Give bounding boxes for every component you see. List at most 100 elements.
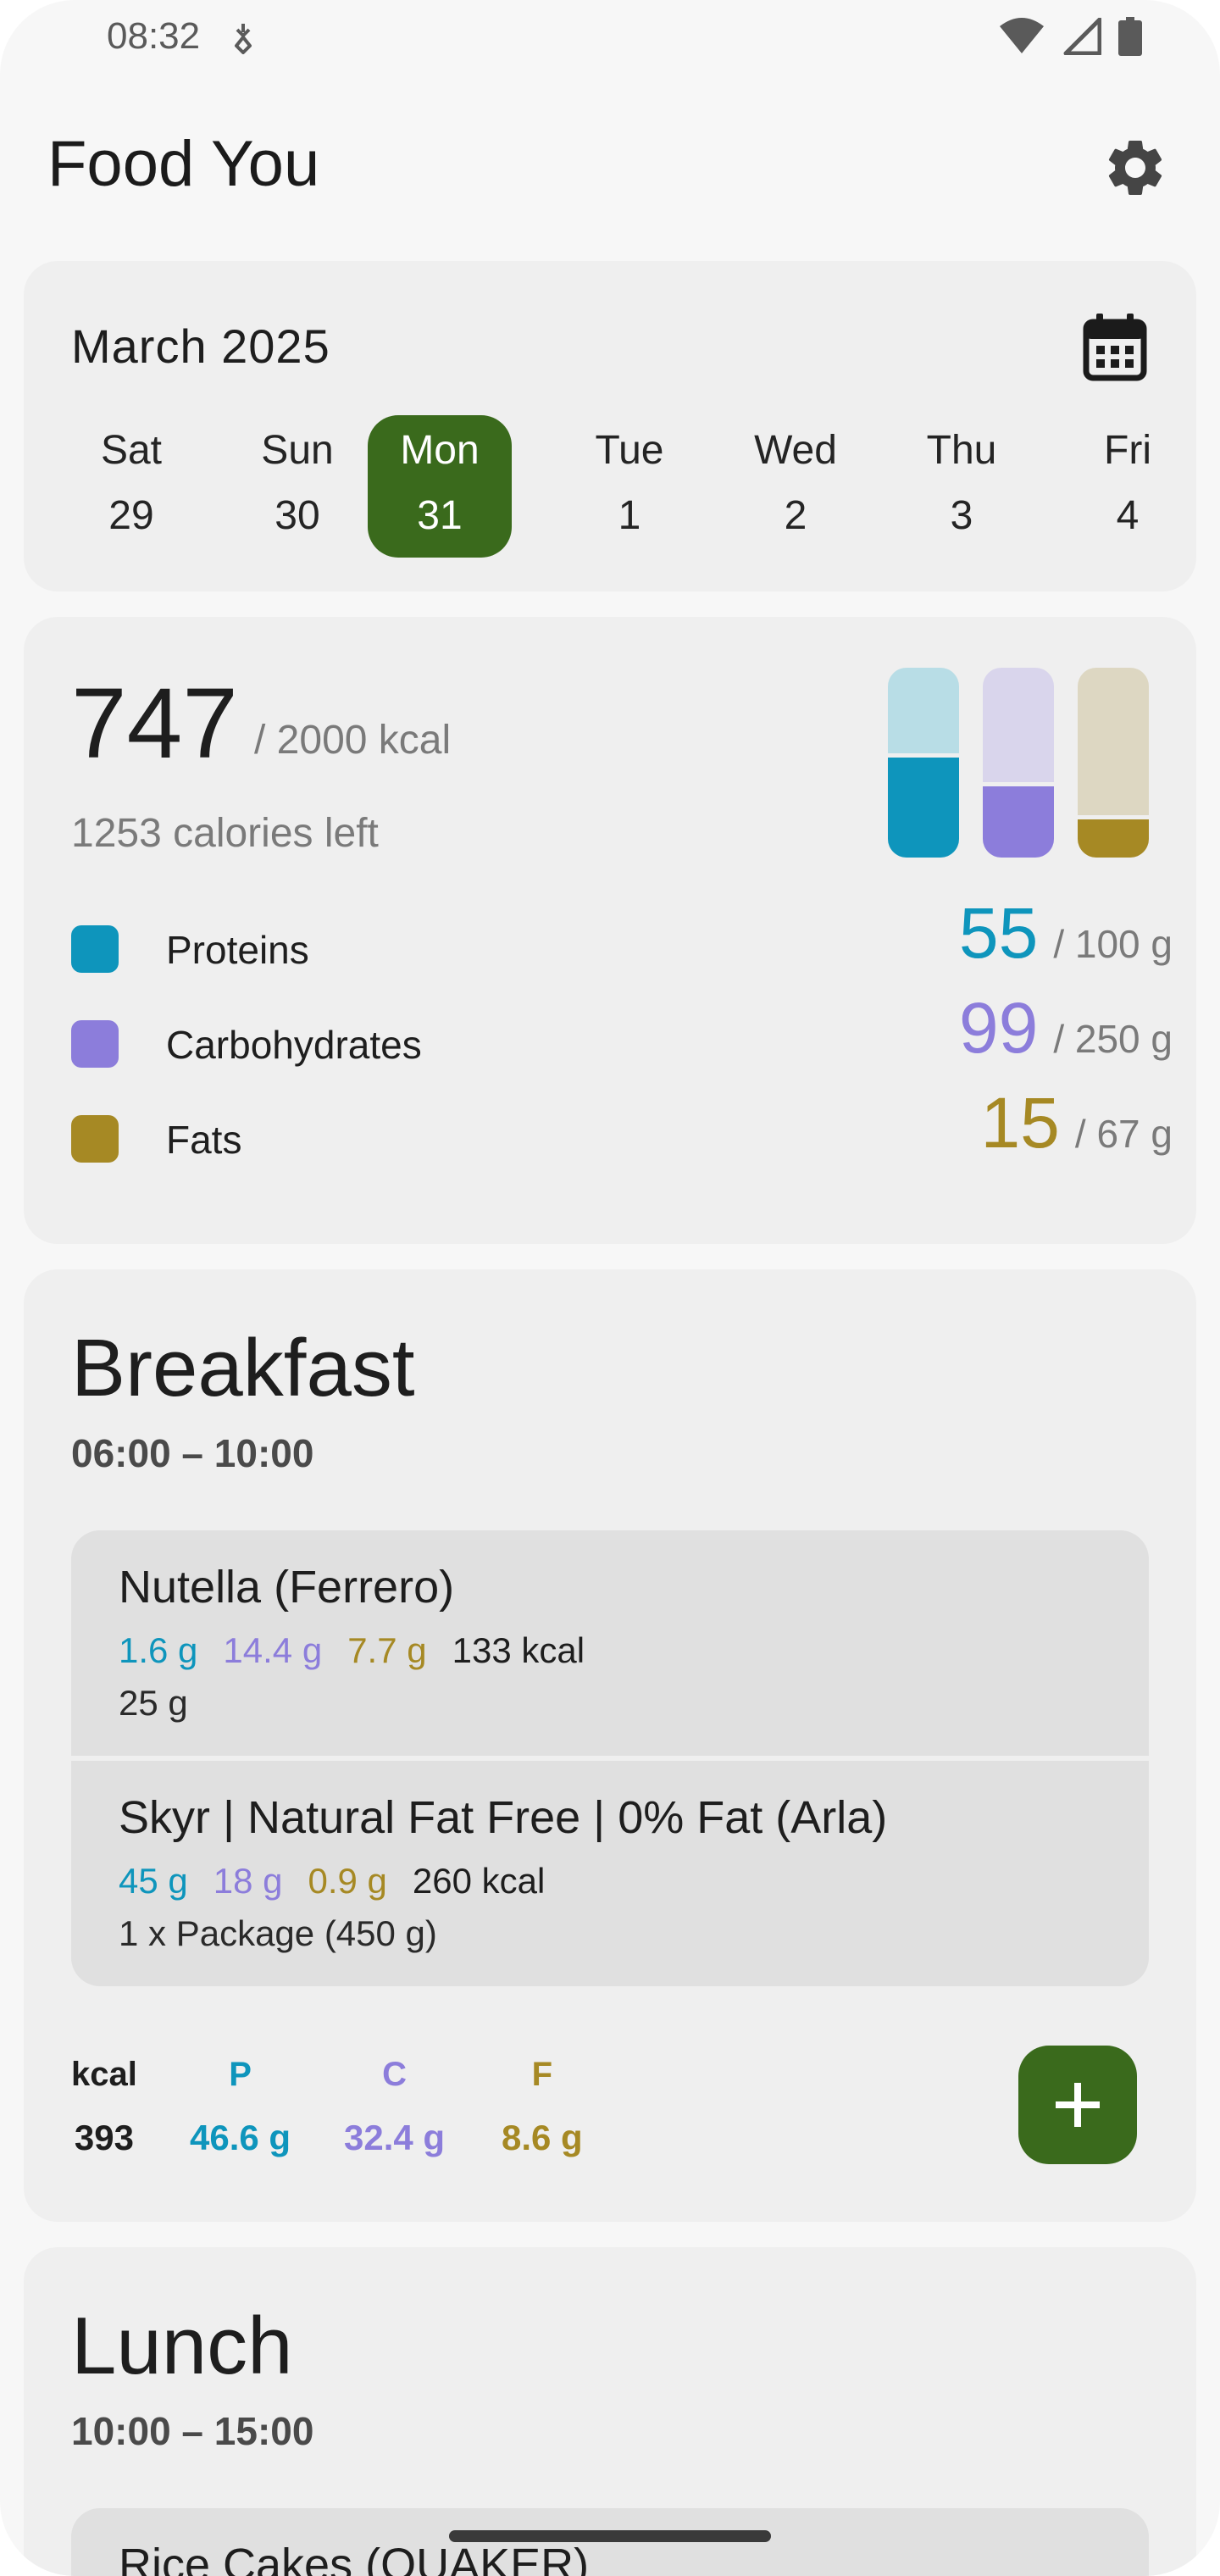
day-date: 31: [417, 493, 463, 538]
total-kcal: kcal 393: [71, 2056, 137, 2158]
meal-title: Breakfast: [71, 1323, 415, 1413]
fat-amount: 15: [980, 1083, 1060, 1163]
day-name: Wed: [754, 428, 837, 473]
day-wed-2[interactable]: Wed 2: [724, 415, 868, 558]
protein-amount: 55: [958, 893, 1039, 973]
food-fat: 7.7 g: [347, 1630, 427, 1670]
total-protein-label: P: [229, 2056, 252, 2093]
day-sun-30[interactable]: Sun 30: [225, 415, 369, 558]
date-picker-card: March 2025 Sat 29 Sun 30 Mon 31 Tue 1 We…: [24, 261, 1196, 591]
signal-icon: [1063, 18, 1101, 55]
total-kcal-value: 393: [74, 2118, 134, 2157]
carbs-progress-bar: [983, 668, 1054, 858]
calories-left: 1253 calories left: [71, 811, 379, 856]
day-date: 2: [784, 493, 807, 538]
food-item-nutella[interactable]: Nutella (Ferrero) 1.6 g 14.4 g 7.7 g 133 kc…: [71, 1530, 1149, 1756]
protein-goal: / 100 g: [1053, 922, 1173, 966]
food-name: Rice Cakes (QUAKER): [119, 2540, 590, 2576]
day-mon-31-selected[interactable]: Mon 31: [368, 415, 512, 558]
calories-summary-card[interactable]: 747 / 2000 kcal 1253 calories left Prote…: [24, 617, 1196, 1244]
total-protein-value: 46.6 g: [190, 2118, 291, 2157]
day-date: 3: [950, 493, 973, 538]
macro-name: Fats: [166, 1118, 242, 1162]
total-fat-label: F: [531, 2056, 553, 2093]
carbs-progress-fill: [983, 782, 1054, 858]
app-title: Food You: [47, 128, 320, 200]
macro-name: Proteins: [166, 928, 309, 972]
day-sat-29[interactable]: Sat 29: [59, 415, 203, 558]
battery-icon: [1118, 17, 1142, 56]
add-food-button[interactable]: [1018, 2046, 1137, 2164]
day-date: 30: [274, 493, 320, 538]
carbs-amount: 99: [958, 988, 1039, 1068]
total-carbs-label: C: [382, 2056, 407, 2093]
protein-progress-bar: [888, 668, 959, 858]
meal-time: 10:00 – 15:00: [71, 2409, 314, 2453]
day-date: 4: [1116, 493, 1140, 538]
fat-progress-bar: [1078, 668, 1149, 858]
meal-card-lunch: Lunch 10:00 – 15:00 Rice Cakes (QUAKER): [24, 2247, 1196, 2576]
data-saver-icon: [235, 24, 252, 54]
food-protein: 1.6 g: [119, 1630, 198, 1670]
meal-title: Lunch: [71, 2301, 293, 2391]
macro-row-fats: Fats 15 / 67 g: [71, 1083, 1173, 1164]
day-name: Thu: [926, 428, 997, 473]
home-indicator[interactable]: [449, 2530, 771, 2542]
day-thu-3[interactable]: Thu 3: [890, 415, 1034, 558]
food-item-skyr[interactable]: Skyr | Natural Fat Free | 0% Fat (Arla) …: [71, 1761, 1149, 1986]
fat-goal: / 67 g: [1074, 1112, 1173, 1156]
status-icons: [998, 17, 1142, 56]
macro-name: Carbohydrates: [166, 1023, 422, 1067]
carbs-goal: / 250 g: [1053, 1017, 1173, 1061]
macro-row-proteins: Proteins 55 / 100 g: [71, 893, 1173, 974]
total-carbs-value: 32.4 g: [344, 2118, 446, 2157]
food-protein: 45 g: [119, 1861, 188, 1901]
calories-consumed: 747: [71, 668, 238, 780]
macro-row-carbohydrates: Carbohydrates 99 / 250 g: [71, 988, 1173, 1069]
food-name: Nutella (Ferrero): [119, 1562, 455, 1613]
food-fat: 0.9 g: [308, 1861, 387, 1901]
food-macros: 45 g 18 g 0.9 g 260 kcal: [119, 1861, 570, 1901]
day-date: 29: [108, 493, 154, 538]
calendar-icon[interactable]: [1083, 314, 1147, 381]
food-carbs: 18 g: [213, 1861, 283, 1901]
day-name: Sat: [100, 428, 163, 473]
total-fat-value: 8.6 g: [502, 2118, 583, 2157]
day-name: Mon: [400, 428, 480, 473]
food-item-rice-cakes[interactable]: Rice Cakes (QUAKER): [71, 2508, 1149, 2576]
day-date: 1: [618, 493, 641, 538]
plus-icon: [1056, 2083, 1100, 2127]
carbs-value: 99 / 250 g: [959, 987, 1173, 1069]
fat-swatch: [71, 1115, 119, 1163]
fat-progress-fill: [1078, 814, 1149, 858]
total-protein: P 46.6 g: [190, 2056, 291, 2158]
calories-goal: / 2000 kcal: [254, 718, 452, 763]
day-tue-1[interactable]: Tue 1: [557, 415, 702, 558]
settings-icon[interactable]: [1101, 134, 1169, 202]
fat-value: 15 / 67 g: [980, 1082, 1173, 1164]
protein-value: 55 / 100 g: [959, 892, 1173, 974]
food-kcal: 260 kcal: [412, 1861, 546, 1901]
day-name: Fri: [1104, 428, 1151, 473]
food-kcal: 133 kcal: [452, 1630, 585, 1670]
food-quantity: 1 x Package (450 g): [119, 1913, 437, 1953]
protein-progress-fill: [888, 752, 959, 858]
carbs-swatch: [71, 1020, 119, 1068]
total-carbs: C 32.4 g: [344, 2056, 445, 2158]
food-name: Skyr | Natural Fat Free | 0% Fat (Arla): [119, 1792, 888, 1843]
month-label: March 2025: [71, 319, 330, 373]
food-carbs: 14.4 g: [223, 1630, 323, 1670]
day-name: Sun: [261, 428, 334, 473]
status-time: 08:32: [107, 15, 201, 57]
day-name: Tue: [595, 428, 664, 473]
food-macros: 1.6 g 14.4 g 7.7 g 133 kcal: [119, 1630, 610, 1671]
food-quantity: 25 g: [119, 1683, 188, 1723]
total-kcal-label: kcal: [71, 2056, 137, 2093]
total-fat: F 8.6 g: [502, 2056, 583, 2158]
meal-card-breakfast: Breakfast 06:00 – 10:00 Nutella (Ferrero…: [24, 1269, 1196, 2222]
day-fri-4[interactable]: Fri 4: [1056, 415, 1200, 558]
meal-time: 06:00 – 10:00: [71, 1431, 314, 1475]
wifi-icon: [1000, 18, 1044, 53]
app-screen: 08:32 Food You March 2025 Sat 29 Sun 30 …: [0, 0, 1220, 2576]
protein-swatch: [71, 925, 119, 973]
